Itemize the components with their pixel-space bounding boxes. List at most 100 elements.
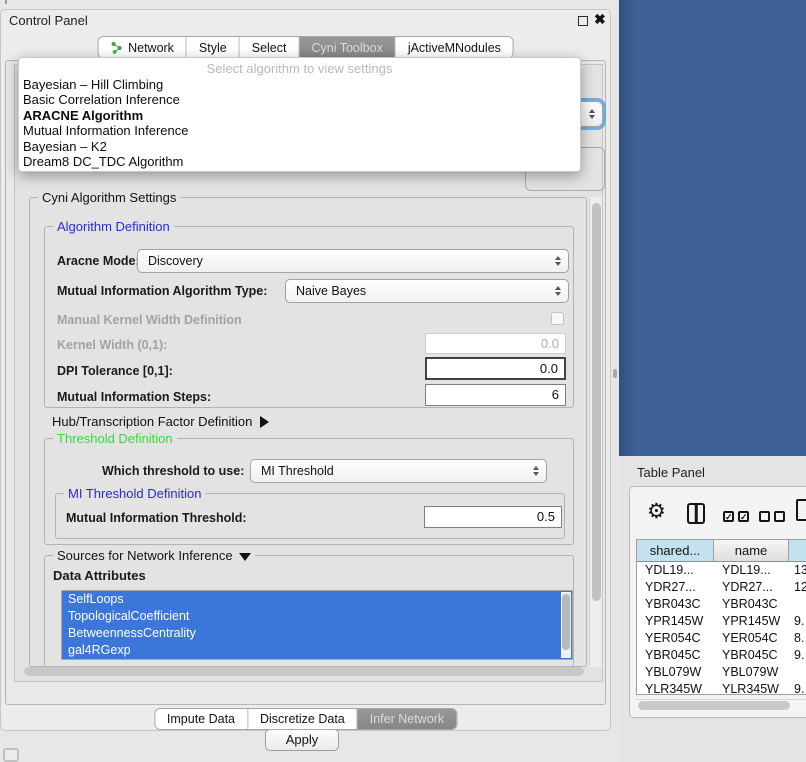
tab-label: Select xyxy=(252,41,287,55)
manual-kernel-label: Manual Kernel Width Definition xyxy=(57,313,242,327)
mi-steps-label: Mutual Information Steps: xyxy=(57,390,211,404)
columns-icon[interactable] xyxy=(687,503,705,524)
dpi-tolerance-field[interactable]: 0.0 xyxy=(425,357,566,380)
algorithm-option[interactable]: Dream8 DC_TDC Algorithm xyxy=(19,154,580,169)
float-window-icon[interactable] xyxy=(578,16,588,26)
attribute-item[interactable]: TopologicalCoefficient xyxy=(62,608,572,625)
threshold-definition-group: Threshold Definition Which threshold to … xyxy=(44,438,574,545)
algorithm-option[interactable]: Mutual Information Inference xyxy=(19,123,580,138)
aracne-mode-value: Discovery xyxy=(148,254,203,268)
tab-label: jActiveMNodules xyxy=(408,41,501,55)
mi-steps-field[interactable]: 6 xyxy=(425,384,566,406)
table-horizontal-scrollbar[interactable] xyxy=(636,699,806,711)
table-cell: YBL079W xyxy=(714,664,789,681)
table-row[interactable]: YER054CYER054C8. xyxy=(637,630,806,647)
which-threshold-combo[interactable]: MI Threshold xyxy=(250,459,547,483)
attribute-item[interactable]: BetweennessCentrality xyxy=(62,625,572,642)
desktop-background: GALGAL80GAL10GAL1GAL11SWI4GAL4GCY1HAP4YH… xyxy=(619,0,806,456)
column-header[interactable] xyxy=(789,540,806,561)
table-cell xyxy=(789,664,806,681)
tab-label: Style xyxy=(199,41,227,55)
table-cell: YPR145W xyxy=(714,613,789,630)
table-cell: YBR045C xyxy=(637,647,714,664)
table-cell: YBL079W xyxy=(637,664,714,681)
apply-button[interactable]: Apply xyxy=(265,729,339,751)
tab-impute-data[interactable]: Impute Data xyxy=(155,709,248,729)
tab-cyni-toolbox[interactable]: Cyni Toolbox xyxy=(299,37,395,58)
table-row[interactable]: YBR045CYBR045C9. xyxy=(637,647,806,664)
combo-stepper-icon xyxy=(555,256,561,266)
mi-threshold-group-title: MI Threshold Definition xyxy=(64,486,205,501)
hub-transcription-section[interactable]: Hub/Transcription Factor Definition xyxy=(52,414,269,429)
manual-kernel-checkbox[interactable] xyxy=(551,312,564,325)
algorithm-option[interactable]: ARACNE Algorithm xyxy=(19,108,580,123)
column-header[interactable]: shared... xyxy=(637,540,714,561)
sources-title[interactable]: Sources for Network Inference xyxy=(53,548,255,563)
table-cell: YDR27... xyxy=(714,579,789,596)
application-window: Control Panel ✖ NetworkStyleSelectCyni T… xyxy=(0,0,806,762)
sources-group: Sources for Network Inference Data Attri… xyxy=(44,555,574,667)
table-row[interactable]: YDL19...YDL19...13 xyxy=(637,562,806,579)
kernel-width-field[interactable]: 0.0 xyxy=(425,333,566,354)
table-panel-window: ⚙ ✓✓ shared...name YDL19...YDL19...13YDR… xyxy=(629,486,806,718)
table-cell: YER054C xyxy=(714,630,789,647)
algorithm-option[interactable]: Bayesian – K2 xyxy=(19,139,580,154)
select-all-columns-icon[interactable]: ✓✓ xyxy=(723,511,749,522)
table-cell: 8. xyxy=(789,630,806,647)
dpi-tolerance-label: DPI Tolerance [0,1]: xyxy=(57,364,173,378)
which-threshold-label: Which threshold to use: xyxy=(102,464,244,478)
node-attribute-table: shared...name YDL19...YDL19...13YDR27...… xyxy=(636,539,806,695)
table-row[interactable]: YDR27...YDR27...12 xyxy=(637,579,806,596)
attribute-item[interactable]: SelfLoops xyxy=(62,591,572,608)
table-cell: YLR345W xyxy=(637,681,714,695)
settings-vertical-scrollbar[interactable] xyxy=(589,197,602,667)
attribute-item[interactable]: gal4RGexp xyxy=(62,642,572,659)
table-row[interactable]: YPR145WYPR145W9. xyxy=(637,613,806,630)
table-row[interactable]: YBR043CYBR043C xyxy=(637,596,806,613)
hub-transcription-label: Hub/Transcription Factor Definition xyxy=(52,414,252,429)
column-header[interactable]: name xyxy=(714,540,789,561)
combo-stepper-icon xyxy=(555,286,561,296)
mi-algorithm-type-combo[interactable]: Naive Bayes xyxy=(285,279,569,303)
tab-infer-network[interactable]: Infer Network xyxy=(358,709,456,729)
dropdown-prompt: Select algorithm to view settings xyxy=(19,60,580,77)
table-cell: 12 xyxy=(789,579,806,596)
combo-stepper-icon xyxy=(589,109,595,119)
table-cell: YER054C xyxy=(637,630,714,647)
data-attributes-list[interactable]: SelfLoopsTopologicalCoefficientBetweenne… xyxy=(61,590,573,660)
list-scrollbar[interactable] xyxy=(561,592,571,658)
algorithm-dropdown-popup: Select algorithm to view settingsBayesia… xyxy=(18,57,581,172)
tab-jactivemnodules[interactable]: jActiveMNodules xyxy=(396,37,513,58)
tab-select[interactable]: Select xyxy=(240,37,300,58)
table-cell: YDL19... xyxy=(714,562,789,579)
dock-panel-icon[interactable] xyxy=(3,748,19,762)
table-cell: YBR043C xyxy=(714,596,789,613)
table-cell: 9. xyxy=(789,681,806,695)
algorithm-option[interactable]: Basic Correlation Inference xyxy=(19,92,580,107)
tab-style[interactable]: Style xyxy=(187,37,240,58)
table-row[interactable]: YLR345WYLR345W9. xyxy=(637,681,806,695)
table-cell: YDL19... xyxy=(637,562,714,579)
table-row[interactable]: YBL079WYBL079W xyxy=(637,664,806,681)
tab-label: Network xyxy=(128,41,174,55)
threshold-definition-title: Threshold Definition xyxy=(53,431,177,446)
new-table-icon[interactable] xyxy=(796,499,806,521)
table-cell: 13 xyxy=(789,562,806,579)
mi-threshold-field[interactable]: 0.5 xyxy=(424,506,562,528)
cyni-mode-tabs: Impute DataDiscretize DataInfer Network xyxy=(154,708,457,730)
table-cell: YDR27... xyxy=(637,579,714,596)
settings-horizontal-scrollbar[interactable] xyxy=(22,666,588,678)
table-cell: 9. xyxy=(789,647,806,664)
deselect-all-columns-icon[interactable] xyxy=(759,511,785,522)
tab-network[interactable]: Network xyxy=(98,37,187,58)
table-header-row: shared...name xyxy=(637,540,806,562)
aracne-mode-combo[interactable]: Discovery xyxy=(137,249,569,273)
panel-splitter-handle[interactable] xyxy=(613,369,617,378)
close-icon[interactable]: ✖ xyxy=(594,10,606,28)
table-body: YDL19...YDL19...13YDR27...YDR27...12YBR0… xyxy=(637,562,806,695)
table-panel-title: Table Panel xyxy=(637,465,705,480)
gear-icon[interactable]: ⚙ xyxy=(647,499,666,524)
algorithm-option[interactable]: Bayesian – Hill Climbing xyxy=(19,77,580,92)
group-title: Cyni Algorithm Settings xyxy=(38,190,180,205)
tab-discretize-data[interactable]: Discretize Data xyxy=(248,709,358,729)
